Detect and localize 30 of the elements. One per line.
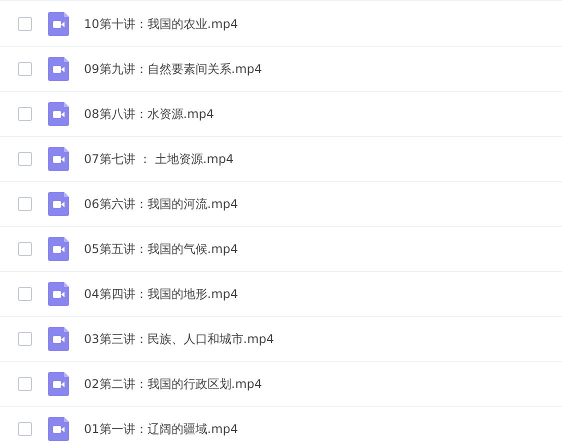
file-name[interactable]: 05第五讲：我国的气候.mp4 <box>84 240 238 258</box>
video-file-icon <box>48 327 69 351</box>
checkbox[interactable] <box>18 17 32 31</box>
checkbox[interactable] <box>18 242 32 256</box>
file-name[interactable]: 01第一讲：辽阔的疆域.mp4 <box>84 420 238 438</box>
file-name[interactable]: 10第十讲：我国的农业.mp4 <box>84 16 238 32</box>
file-name[interactable]: 04第四讲：我国的地形.mp4 <box>84 286 238 302</box>
file-name[interactable]: 09第九讲：自然要素间关系.mp4 <box>84 60 262 78</box>
file-name[interactable]: 03第三讲：民族、人口和城市.mp4 <box>84 330 274 348</box>
checkbox[interactable] <box>18 107 32 121</box>
file-name[interactable]: 08第八讲：水资源.mp4 <box>84 106 214 122</box>
file-name[interactable]: 06第六讲：我国的河流.mp4 <box>84 196 238 212</box>
video-file-icon <box>48 372 69 396</box>
checkbox[interactable] <box>18 197 32 211</box>
file-name[interactable]: 07第七讲 ： 土地资源.mp4 <box>84 150 234 168</box>
file-name[interactable]: 02第二讲：我国的行政区划.mp4 <box>84 376 262 392</box>
checkbox[interactable] <box>18 422 32 436</box>
video-file-icon <box>48 57 69 81</box>
video-file-icon <box>48 282 69 306</box>
video-file-icon <box>48 237 69 261</box>
checkbox[interactable] <box>18 287 32 301</box>
video-file-icon <box>48 12 69 36</box>
checkbox[interactable] <box>18 152 32 166</box>
checkbox[interactable] <box>18 62 32 76</box>
checkbox[interactable] <box>18 332 32 346</box>
video-file-icon <box>48 192 69 216</box>
video-file-icon <box>48 147 69 171</box>
video-file-icon <box>48 417 69 441</box>
video-file-icon <box>48 102 69 126</box>
checkbox[interactable] <box>18 377 32 391</box>
